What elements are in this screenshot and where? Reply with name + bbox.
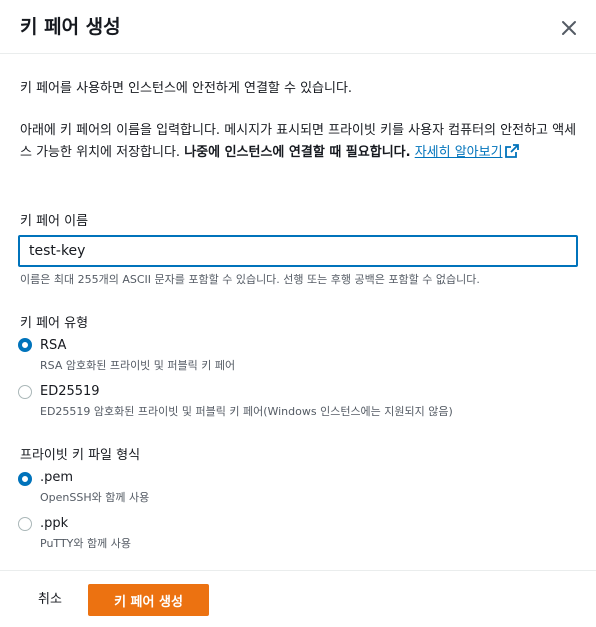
radio-rsa[interactable] — [18, 338, 32, 352]
key-name-hint: 이름은 최대 255개의 ASCII 문자를 포함할 수 있습니다. 선행 또는… — [20, 273, 480, 286]
key-name-input[interactable]: test-key — [18, 235, 578, 267]
ed25519-option-desc: ED25519 암호화된 프라이빗 및 퍼블릭 키 페어(Windows 인스턴… — [40, 405, 453, 418]
ed25519-option-label[interactable]: ED25519 — [40, 384, 100, 399]
pem-option-label[interactable]: .pem — [40, 470, 73, 485]
intro-text: 키 페어를 사용하면 인스턴스에 안전하게 연결할 수 있습니다. — [20, 81, 353, 96]
learn-more-link[interactable]: 자세히 알아보기 — [415, 144, 519, 160]
rsa-option-desc: RSA 암호화된 프라이빗 및 퍼블릭 키 페어 — [40, 359, 236, 372]
modal-title: 키 페어 생성 — [20, 16, 121, 38]
pem-option-desc: OpenSSH와 함께 사용 — [40, 491, 150, 504]
create-key-pair-modal: 키 페어 생성 키 페어를 사용하면 인스턴스에 안전하게 연결할 수 있습니다… — [0, 0, 596, 626]
description-text: 아래에 키 페어의 이름을 입력합니다. 메시지가 표시되면 프라이빗 키를 사… — [20, 120, 580, 164]
ppk-option-label[interactable]: .ppk — [40, 516, 68, 531]
radio-pem[interactable] — [18, 472, 32, 486]
radio-ed25519[interactable] — [18, 385, 32, 399]
close-icon[interactable] — [559, 18, 579, 38]
modal-header: 키 페어 생성 — [0, 0, 596, 54]
key-name-label: 키 페어 이름 — [20, 214, 89, 229]
description-bold: 나중에 인스턴스에 연결할 때 필요합니다. — [184, 145, 411, 160]
modal-footer: 취소 키 페어 생성 — [0, 570, 596, 627]
create-key-pair-button[interactable]: 키 페어 생성 — [88, 584, 209, 616]
cancel-button[interactable]: 취소 — [28, 585, 72, 615]
ppk-option-desc: PuTTY와 함께 사용 — [40, 537, 131, 550]
radio-ppk[interactable] — [18, 517, 32, 531]
external-link-icon — [504, 144, 519, 158]
file-format-label: 프라이빗 키 파일 형식 — [20, 448, 141, 463]
key-type-label: 키 페어 유형 — [20, 316, 89, 331]
rsa-option-label[interactable]: RSA — [40, 338, 66, 353]
